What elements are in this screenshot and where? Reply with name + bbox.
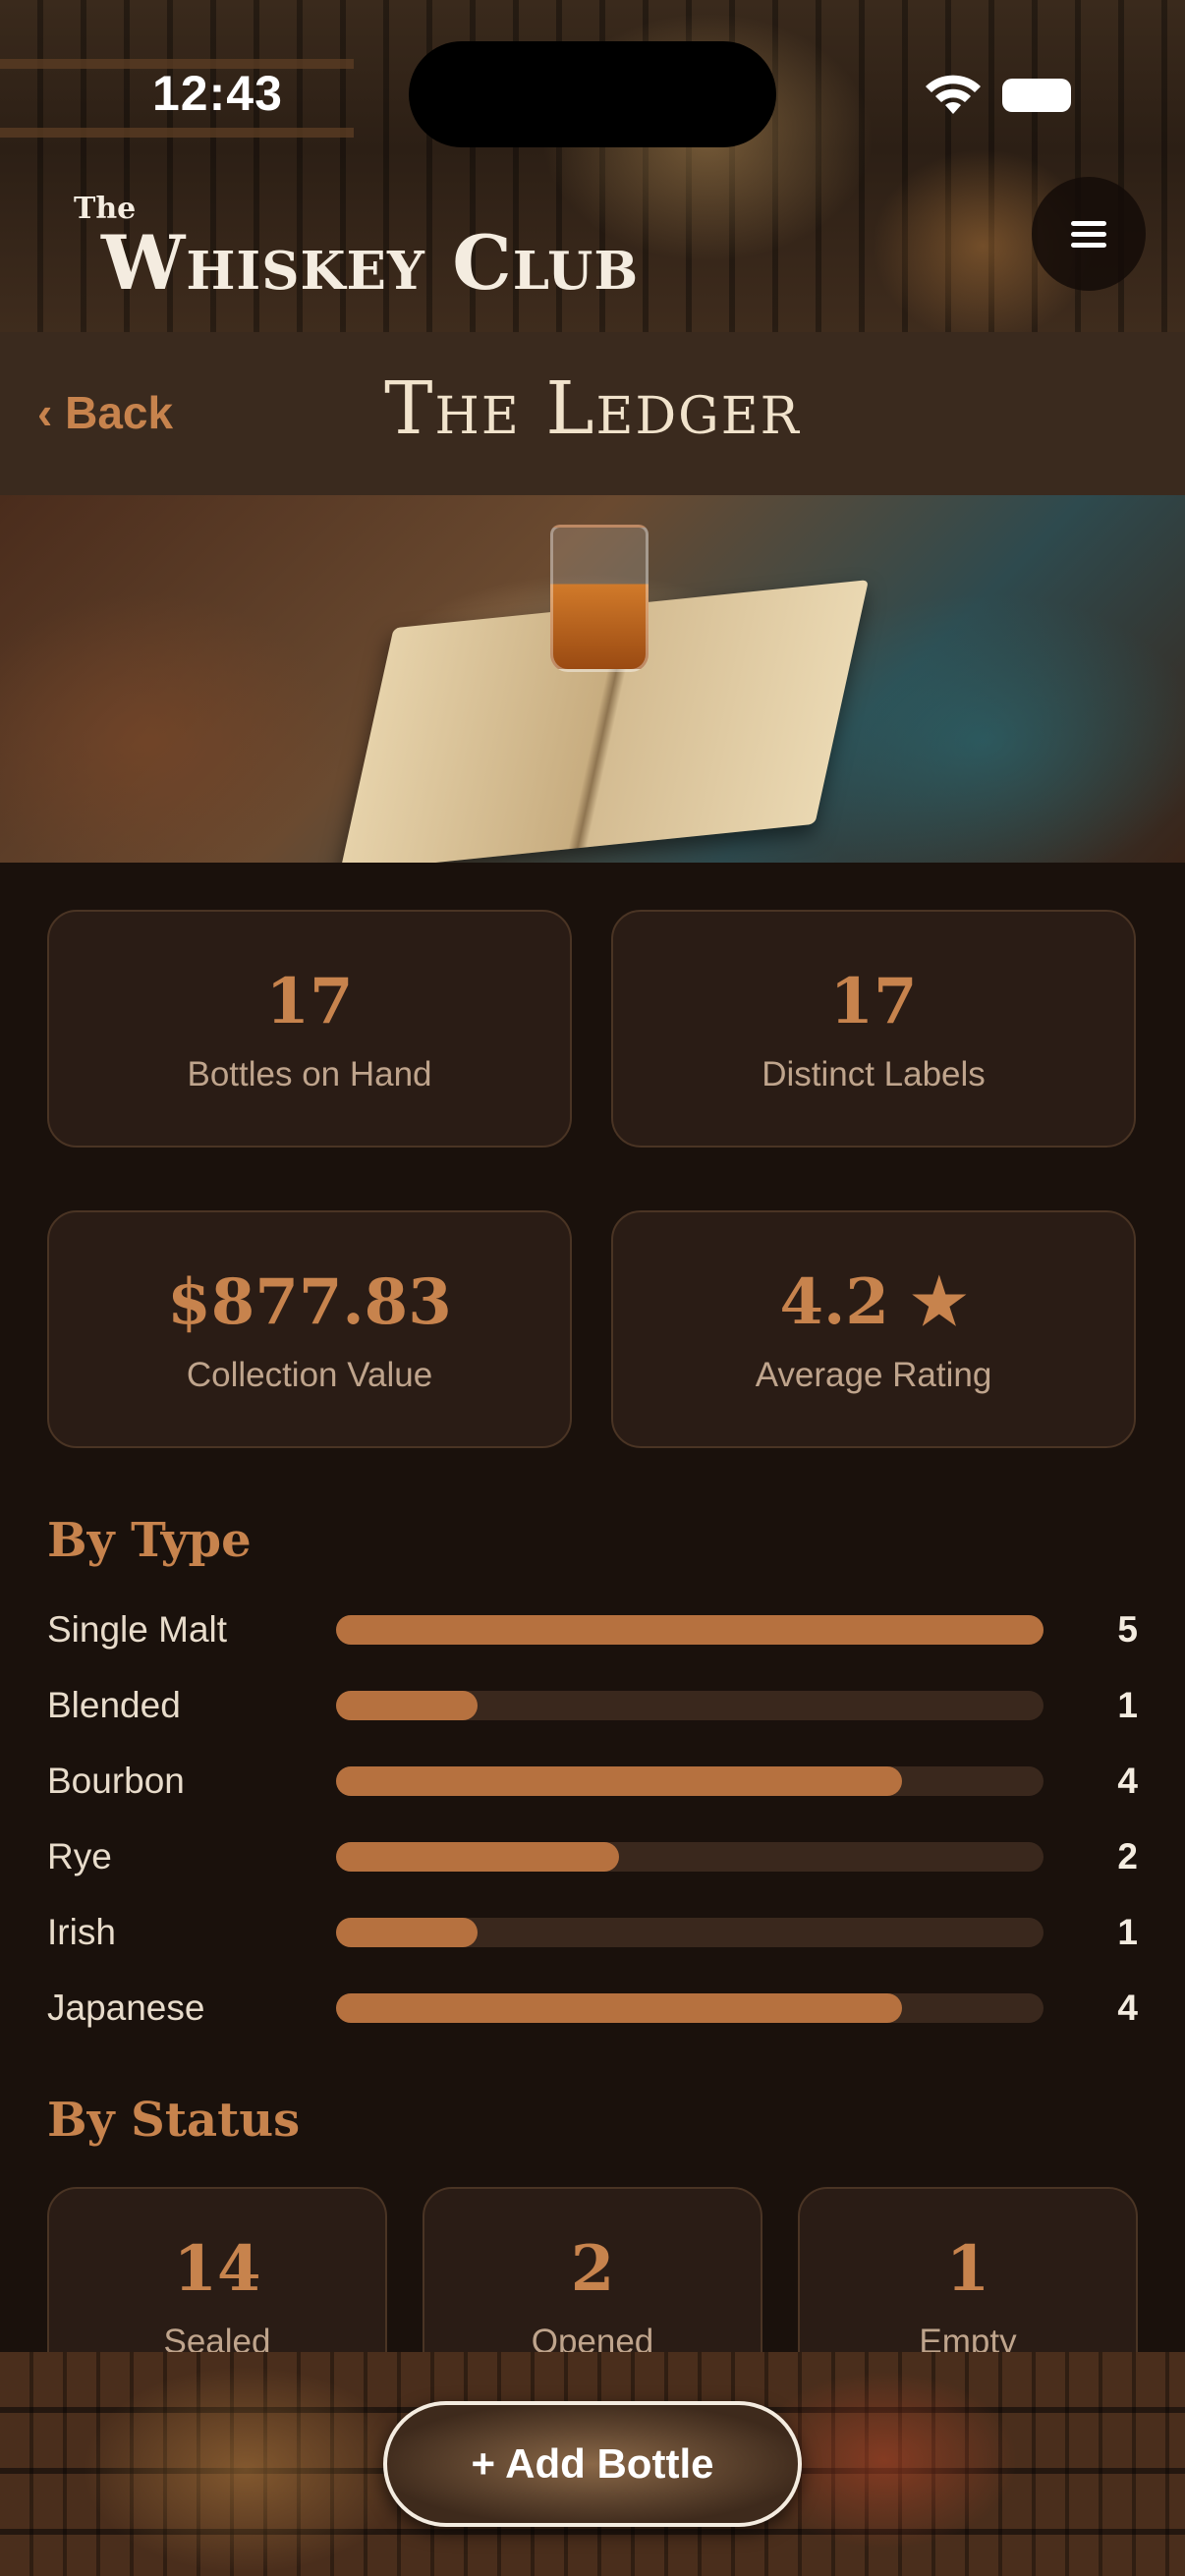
page-title: The Ledger bbox=[384, 366, 801, 451]
type-bar-track bbox=[336, 1691, 1044, 1720]
battery-icon bbox=[1002, 79, 1071, 112]
type-bar-track bbox=[336, 1842, 1044, 1872]
type-row: Blended 1 bbox=[47, 1675, 1138, 1734]
type-bar-track bbox=[336, 1993, 1044, 2023]
status-time: 12:43 bbox=[152, 66, 283, 121]
stat-value: 4.2 ★ bbox=[779, 1265, 968, 1339]
type-label: Irish bbox=[47, 1912, 116, 1952]
type-row: Irish 1 bbox=[47, 1902, 1138, 1961]
type-row: Rye 2 bbox=[47, 1826, 1138, 1885]
wifi-icon bbox=[926, 75, 981, 114]
type-row: Japanese 4 bbox=[47, 1978, 1138, 2037]
stat-card-rating: 4.2 ★ Average Rating bbox=[611, 1210, 1136, 1448]
section-heading-by-type: By Type bbox=[47, 1513, 252, 1568]
type-label: Japanese bbox=[47, 1988, 205, 2028]
hamburger-icon bbox=[1071, 215, 1106, 253]
type-label: Bourbon bbox=[47, 1761, 185, 1801]
type-count: 2 bbox=[1117, 1836, 1138, 1876]
stat-card-value: $877.83 Collection Value bbox=[47, 1210, 572, 1448]
dynamic-island bbox=[409, 41, 776, 147]
header-hero-image: 12:43 The Whiskey Club bbox=[0, 0, 1185, 332]
section-heading-by-status: By Status bbox=[47, 2093, 301, 2148]
logo-main-text: Whiskey Club bbox=[101, 219, 640, 307]
stat-label: Bottles on Hand bbox=[187, 1055, 432, 1093]
type-bar-fill bbox=[336, 1691, 478, 1720]
type-bar-track bbox=[336, 1918, 1044, 1947]
type-label: Rye bbox=[47, 1836, 112, 1876]
stat-card-labels: 17 Distinct Labels bbox=[611, 910, 1136, 1148]
type-count: 4 bbox=[1117, 1761, 1138, 1801]
type-count: 4 bbox=[1117, 1988, 1138, 2028]
stat-label: Average Rating bbox=[755, 1356, 992, 1394]
type-bar-fill bbox=[336, 1615, 1044, 1645]
type-count: 5 bbox=[1117, 1609, 1138, 1650]
type-bar-fill bbox=[336, 1842, 619, 1872]
status-value: 14 bbox=[173, 2232, 261, 2306]
type-bar-track bbox=[336, 1615, 1044, 1645]
stat-label: Collection Value bbox=[186, 1356, 433, 1394]
stat-value: 17 bbox=[265, 965, 354, 1038]
type-count: 1 bbox=[1117, 1912, 1138, 1952]
shelf-decoration bbox=[0, 128, 354, 138]
stat-value: 17 bbox=[829, 965, 918, 1038]
menu-button[interactable] bbox=[1032, 177, 1146, 291]
ledger-illustration bbox=[0, 495, 1185, 863]
status-value: 1 bbox=[945, 2232, 990, 2306]
type-bar-track bbox=[336, 1766, 1044, 1796]
whiskey-glass bbox=[550, 525, 649, 672]
type-bar-fill bbox=[336, 1766, 902, 1796]
add-bottle-button[interactable]: + Add Bottle bbox=[383, 2401, 802, 2527]
type-bar-fill bbox=[336, 1918, 478, 1947]
status-value: 2 bbox=[570, 2232, 615, 2306]
stat-value: $877.83 bbox=[167, 1265, 452, 1339]
title-bar: ‹ Back The Ledger bbox=[0, 332, 1185, 495]
type-bar-fill bbox=[336, 1993, 902, 2023]
stat-label: Distinct Labels bbox=[762, 1055, 986, 1093]
stat-card-bottles: 17 Bottles on Hand bbox=[47, 910, 572, 1148]
type-row: Bourbon 4 bbox=[47, 1751, 1138, 1810]
type-count: 1 bbox=[1117, 1685, 1138, 1725]
type-label: Blended bbox=[47, 1685, 181, 1725]
type-row: Single Malt 5 bbox=[47, 1599, 1138, 1658]
type-label: Single Malt bbox=[47, 1609, 228, 1650]
